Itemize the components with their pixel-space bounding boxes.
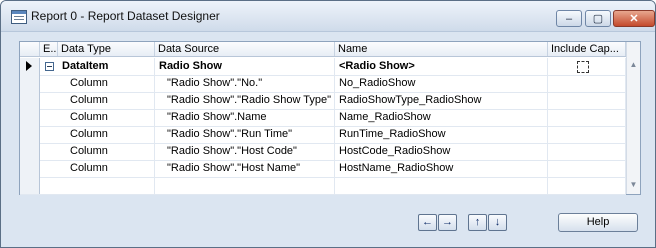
column-header-expand[interactable]: E... <box>40 42 58 56</box>
table-row[interactable]: Column "Radio Show".Name Name_RadioShow <box>20 109 626 127</box>
name-cell[interactable]: RadioShowType_RadioShow <box>335 92 548 109</box>
help-button[interactable]: Help <box>558 213 638 232</box>
row-selector-header <box>20 42 40 56</box>
move-up-button[interactable]: ↑ <box>468 214 487 231</box>
report-dataset-designer-window: Report 0 - Report Dataset Designer – ▢ ✕… <box>0 0 656 248</box>
data-source-cell[interactable] <box>155 177 335 194</box>
vertical-scrollbar[interactable]: ▲ ▼ <box>626 42 640 194</box>
scroll-up-icon[interactable]: ▲ <box>627 58 640 72</box>
include-caption-cell[interactable] <box>548 109 626 126</box>
include-caption-cell[interactable] <box>548 126 626 143</box>
row-selector[interactable] <box>20 109 40 126</box>
maximize-button[interactable]: ▢ <box>585 10 611 27</box>
row-selector[interactable] <box>20 75 40 92</box>
current-row-arrow-icon <box>26 61 32 71</box>
close-icon: ✕ <box>629 13 639 25</box>
data-source-cell[interactable]: "Radio Show"."No." <box>155 75 335 92</box>
row-selector[interactable] <box>20 177 40 194</box>
move-left-button[interactable]: ← <box>418 214 437 231</box>
include-caption-cell[interactable] <box>548 160 626 177</box>
row-selector[interactable] <box>20 92 40 109</box>
data-source-cell[interactable]: Radio Show <box>155 58 335 75</box>
table-row[interactable]: Column "Radio Show"."Host Code" HostCode… <box>20 143 626 161</box>
row-selector[interactable] <box>20 143 40 160</box>
name-cell[interactable]: No_RadioShow <box>335 75 548 92</box>
column-header-include-caption[interactable]: Include Cap... <box>548 42 626 56</box>
table-row[interactable]: Column "Radio Show"."Radio Show Type" Ra… <box>20 92 626 110</box>
data-type-cell[interactable]: Column <box>58 75 155 92</box>
table-row[interactable]: Column "Radio Show"."Run Time" RunTime_R… <box>20 126 626 144</box>
name-cell[interactable]: <Radio Show> <box>335 58 548 75</box>
row-selector[interactable] <box>20 160 40 177</box>
data-type-cell[interactable]: DataItem <box>58 58 155 75</box>
dataset-grid: E... Data Type Data Source Name Include … <box>19 41 641 195</box>
include-caption-cell[interactable] <box>548 75 626 92</box>
data-type-cell[interactable]: Column <box>58 160 155 177</box>
data-type-cell[interactable]: Column <box>58 109 155 126</box>
table-row-empty[interactable] <box>20 177 626 195</box>
grid-header: E... Data Type Data Source Name Include … <box>20 42 626 57</box>
app-table-icon <box>11 10 27 24</box>
include-caption-cell[interactable] <box>548 177 626 194</box>
data-type-cell[interactable] <box>58 177 155 194</box>
data-source-cell[interactable]: "Radio Show"."Host Code" <box>155 143 335 160</box>
data-type-cell[interactable]: Column <box>58 143 155 160</box>
name-cell[interactable]: HostCode_RadioShow <box>335 143 548 160</box>
table-row[interactable]: DataItem Radio Show <Radio Show> <box>20 58 626 76</box>
name-cell[interactable]: Name_RadioShow <box>335 109 548 126</box>
include-caption-cell[interactable] <box>548 143 626 160</box>
table-row[interactable]: Column "Radio Show"."No." No_RadioShow <box>20 75 626 93</box>
arrow-down-icon: ↓ <box>494 216 501 228</box>
column-header-data-type[interactable]: Data Type <box>58 42 155 56</box>
collapse-icon[interactable] <box>45 62 54 71</box>
name-cell[interactable] <box>335 177 548 194</box>
name-cell[interactable]: HostName_RadioShow <box>335 160 548 177</box>
table-row[interactable]: Column "Radio Show"."Host Name" HostName… <box>20 160 626 178</box>
data-source-cell[interactable]: "Radio Show".Name <box>155 109 335 126</box>
include-caption-checkbox[interactable] <box>577 61 589 73</box>
name-cell[interactable]: RunTime_RadioShow <box>335 126 548 143</box>
arrow-up-icon: ↑ <box>474 216 481 228</box>
minimize-button[interactable]: – <box>556 10 582 27</box>
data-source-cell[interactable]: "Radio Show"."Host Name" <box>155 160 335 177</box>
move-down-button[interactable]: ↓ <box>488 214 507 231</box>
include-caption-cell[interactable] <box>548 92 626 109</box>
arrow-left-icon: ← <box>422 216 433 228</box>
minimize-icon: – <box>565 13 573 25</box>
data-source-cell[interactable]: "Radio Show"."Radio Show Type" <box>155 92 335 109</box>
column-header-data-source[interactable]: Data Source <box>155 42 335 56</box>
row-selector[interactable] <box>20 126 40 143</box>
data-type-cell[interactable]: Column <box>58 92 155 109</box>
data-source-cell[interactable]: "Radio Show"."Run Time" <box>155 126 335 143</box>
row-selector[interactable] <box>20 58 40 75</box>
scroll-down-icon[interactable]: ▼ <box>627 178 640 192</box>
window-title: Report 0 - Report Dataset Designer <box>31 9 220 23</box>
move-right-button[interactable]: → <box>438 214 457 231</box>
arrow-right-icon: → <box>442 216 453 228</box>
close-button[interactable]: ✕ <box>613 10 655 27</box>
column-header-name[interactable]: Name <box>335 42 548 56</box>
data-type-cell[interactable]: Column <box>58 126 155 143</box>
title-bar[interactable]: Report 0 - Report Dataset Designer – ▢ ✕ <box>1 1 655 32</box>
maximize-icon: ▢ <box>592 13 604 25</box>
